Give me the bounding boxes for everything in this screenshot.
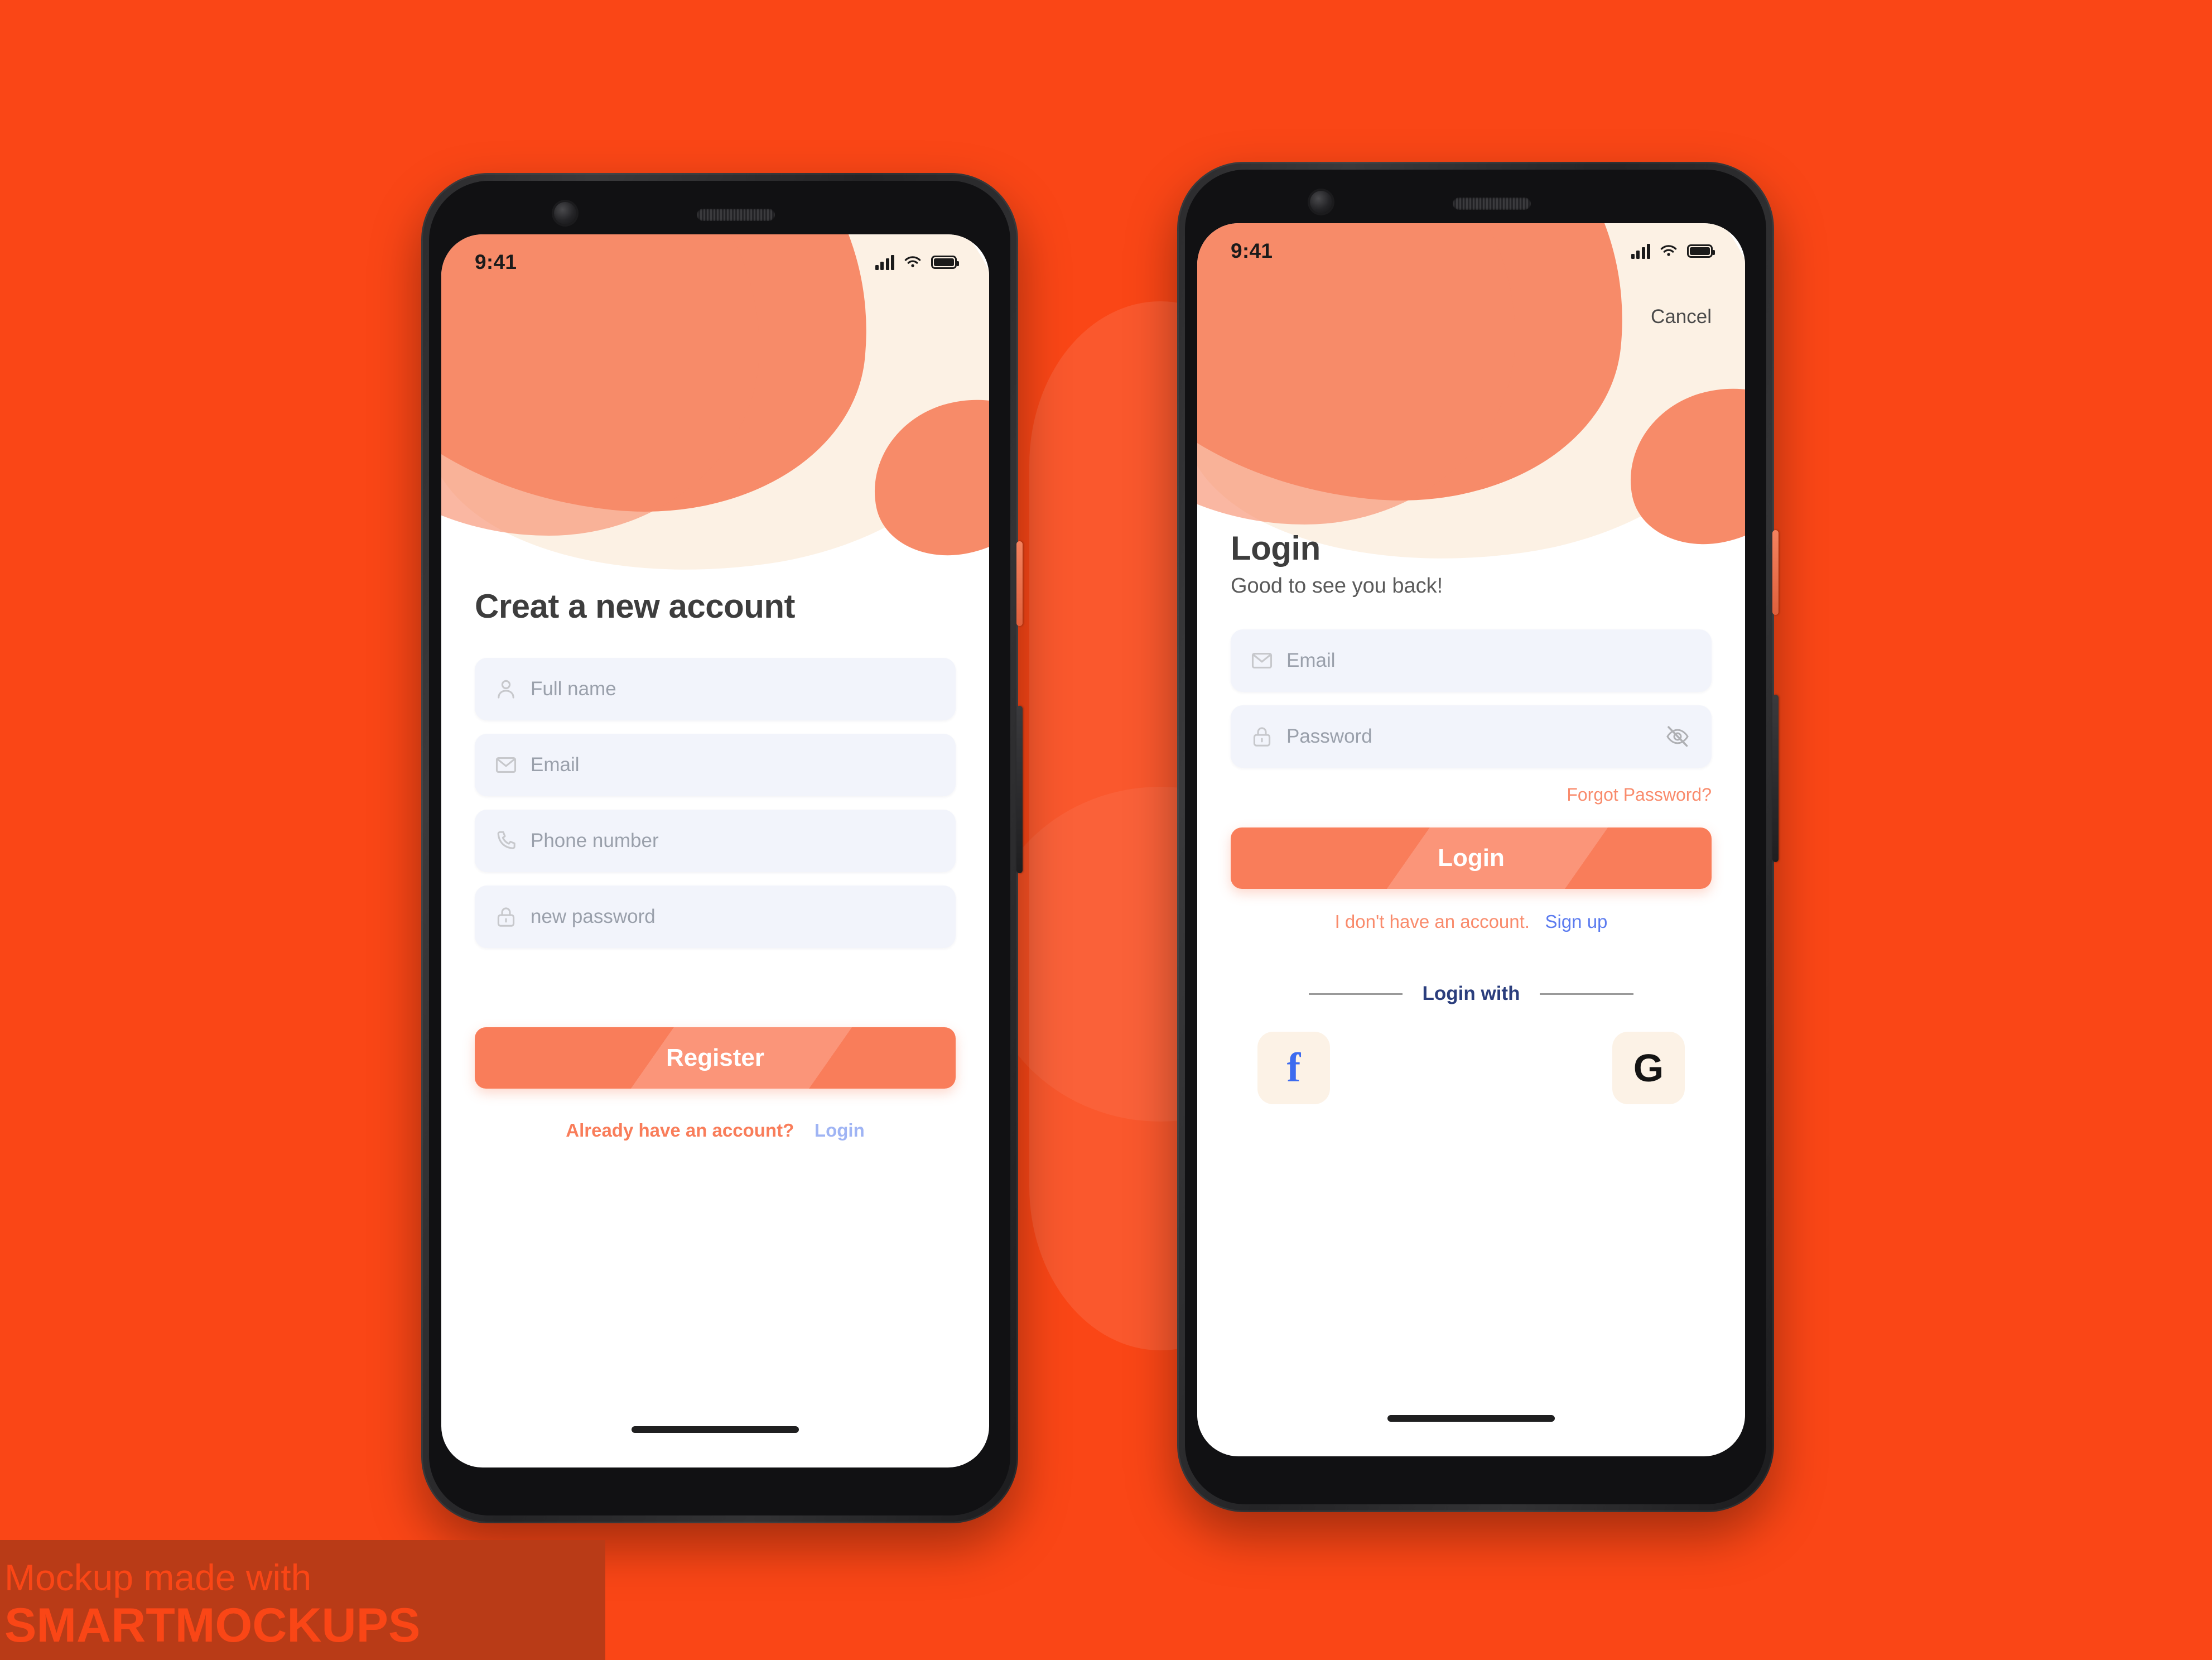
power-button[interactable] <box>1016 541 1023 626</box>
power-button[interactable] <box>1772 530 1779 615</box>
status-time: 9:41 <box>475 251 517 273</box>
front-camera-icon <box>1310 191 1332 213</box>
register-button[interactable]: Register <box>475 1027 956 1089</box>
new-password-placeholder: new password <box>531 906 656 927</box>
email-placeholder: Email <box>531 754 580 776</box>
volume-button[interactable] <box>1772 695 1779 862</box>
password-placeholder: Password <box>1286 725 1372 747</box>
signal-bars-icon <box>1631 243 1650 259</box>
battery-icon <box>1687 244 1715 258</box>
front-camera-icon <box>554 202 576 224</box>
google-login-button[interactable]: G <box>1612 1032 1685 1104</box>
volume-button[interactable] <box>1016 706 1023 873</box>
divider-line-left <box>1308 993 1403 995</box>
wifi-icon <box>904 256 921 267</box>
phone-top-bezel <box>429 181 1010 234</box>
signup-link[interactable]: Sign up <box>1545 911 1607 932</box>
screen-register: 9:41 Creat a new account Full name Email… <box>441 234 989 1467</box>
phone-mockup-register: 9:41 Creat a new account Full name Email… <box>421 173 1023 1523</box>
lock-icon <box>1253 727 1271 747</box>
watermark-line2: SMARTMOCKUPS <box>4 1599 421 1652</box>
phone-icon <box>497 831 515 849</box>
status-time: 9:41 <box>1231 239 1273 262</box>
email-placeholder: Email <box>1286 649 1336 671</box>
eye-off-icon[interactable] <box>1665 724 1690 749</box>
email-field[interactable]: Email <box>1231 629 1712 692</box>
login-link[interactable]: Login <box>815 1120 865 1141</box>
watermark-line1: Mockup made with <box>4 1557 312 1598</box>
battery-icon <box>931 256 959 269</box>
wifi-icon <box>1660 245 1677 256</box>
fullname-placeholder: Full name <box>531 678 616 700</box>
page-title: Creat a new account <box>475 588 796 625</box>
social-divider: Login with <box>1231 983 1712 1005</box>
divider-line-right <box>1540 993 1634 995</box>
phone-field[interactable]: Phone number <box>475 810 956 872</box>
screen-login: 9:41 Cancel Login Good to see you back! <box>1197 223 1745 1456</box>
lock-icon <box>497 907 515 927</box>
envelope-icon <box>1251 652 1273 669</box>
earpiece-speaker-icon <box>1453 198 1531 210</box>
page-title: Login <box>1231 530 1321 567</box>
divider-label: Login with <box>1422 983 1520 1004</box>
register-button-label: Register <box>666 1044 765 1071</box>
forgot-password-link[interactable]: Forgot Password? <box>1231 785 1712 805</box>
social-login-row: f G <box>1231 1032 1712 1104</box>
register-footer: Already have an account? Login <box>475 1120 956 1141</box>
login-button-label: Login <box>1438 844 1505 872</box>
register-footer-text: Already have an account? <box>566 1120 794 1141</box>
home-indicator <box>1387 1415 1555 1422</box>
earpiece-speaker-icon <box>697 209 775 221</box>
envelope-icon <box>495 757 517 773</box>
phone-placeholder: Phone number <box>531 830 659 851</box>
person-icon <box>498 680 514 699</box>
email-field[interactable]: Email <box>475 734 956 796</box>
phone-top-bezel <box>1185 170 1766 223</box>
status-bar: 9:41 <box>1197 223 1745 279</box>
phone-mockup-login: 9:41 Cancel Login Good to see you back! <box>1177 162 1779 1512</box>
login-footer: I don't have an account. Sign up <box>1231 911 1712 932</box>
status-bar: 9:41 <box>441 234 989 290</box>
google-icon: G <box>1633 1046 1664 1090</box>
fullname-field[interactable]: Full name <box>475 658 956 720</box>
facebook-login-button[interactable]: f <box>1257 1032 1330 1104</box>
login-button[interactable]: Login <box>1231 827 1712 889</box>
facebook-icon: f <box>1286 1045 1301 1091</box>
signal-bars-icon <box>875 254 894 270</box>
cancel-button[interactable]: Cancel <box>1651 306 1712 328</box>
page-subtitle: Good to see you back! <box>1231 574 1443 598</box>
password-field[interactable]: Password <box>1231 705 1712 768</box>
watermark: Mockup made with SMARTMOCKUPS <box>0 1540 605 1660</box>
login-footer-text: I don't have an account. <box>1334 911 1530 932</box>
home-indicator <box>632 1426 799 1433</box>
new-password-field[interactable]: new password <box>475 886 956 948</box>
